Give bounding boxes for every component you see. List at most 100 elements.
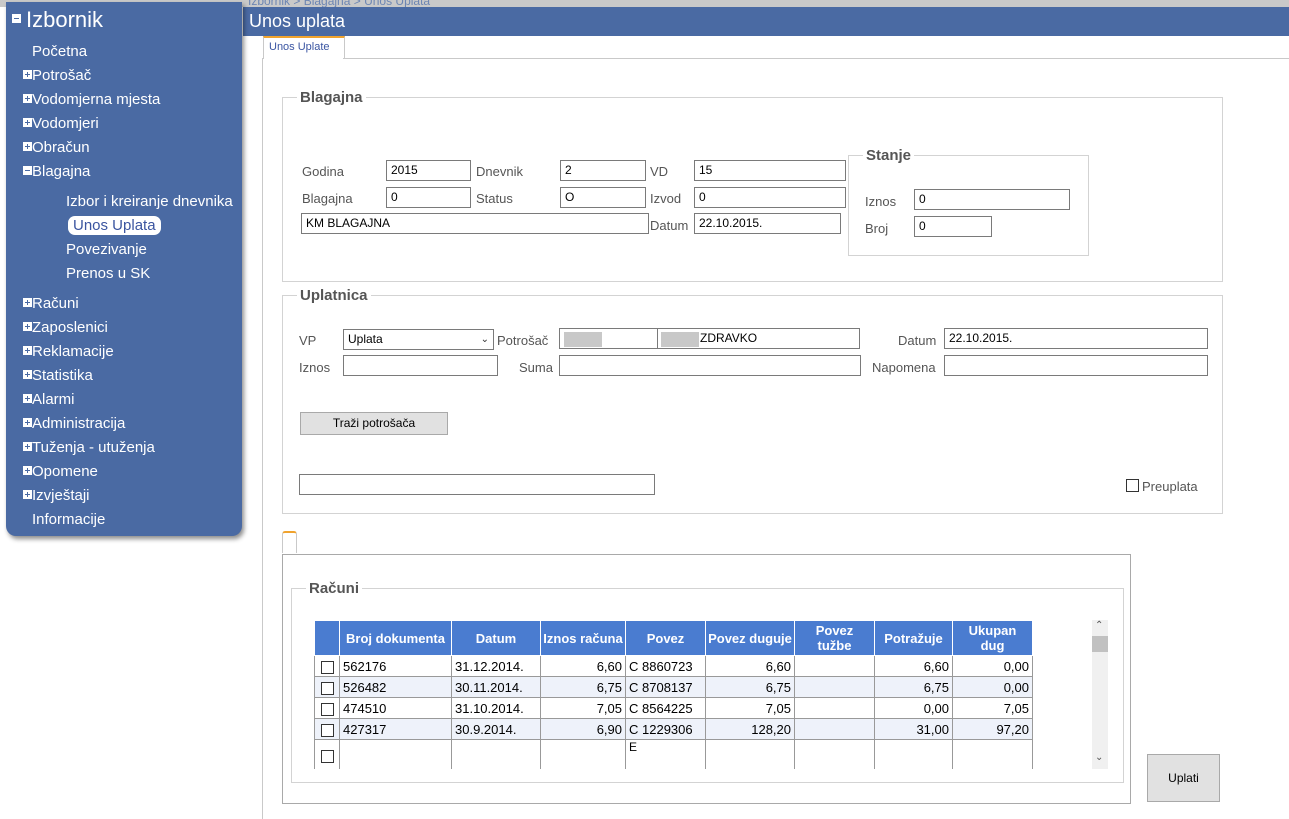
sidebar-item-13[interactable]: Tuženja - utuženja: [23, 439, 155, 456]
collapse-icon[interactable]: [12, 14, 21, 23]
uplati-button[interactable]: Uplati: [1147, 754, 1220, 802]
expand-icon[interactable]: [23, 490, 32, 499]
table-row[interactable]: 562176 31.12.2014. 6,60 C 8860723 6,60 6,60 0,…: [314, 655, 1033, 677]
table-cell: [339, 739, 452, 769]
row-checkbox[interactable]: [320, 702, 334, 716]
sidebar-item-4[interactable]: Vodomjeri: [23, 115, 99, 132]
godina-field[interactable]: 2015: [386, 160, 471, 181]
uplatnica-datum-field[interactable]: 22.10.2015.: [944, 328, 1208, 349]
sidebar-item-15[interactable]: Izvještaji: [23, 487, 90, 504]
expand-icon[interactable]: [23, 418, 32, 427]
table-cell: 6,90: [540, 718, 626, 740]
sidebar-subitem-3[interactable]: Povezivanje: [66, 241, 147, 258]
search-result-field[interactable]: [299, 474, 655, 495]
sidebar-item-5[interactable]: Obračun: [23, 139, 90, 156]
sidebar-subitem-1[interactable]: Izbor i kreiranje dnevnika: [66, 193, 233, 210]
stanje-legend: Stanje: [866, 147, 912, 164]
napomena-field[interactable]: [944, 355, 1208, 376]
chevron-down-icon[interactable]: ⌄: [1095, 752, 1103, 763]
suma-label: Suma: [519, 360, 553, 375]
sidebar-item-16[interactable]: Informacije: [32, 511, 105, 528]
sidebar-item-12[interactable]: Administracija: [23, 415, 126, 432]
table-cell: 6,60: [705, 655, 795, 677]
expand-icon[interactable]: [23, 466, 32, 475]
godina-label: Godina: [302, 164, 344, 179]
expand-icon[interactable]: [23, 94, 32, 103]
sidebar-item-label: Obračun: [32, 139, 90, 156]
column-header[interactable]: Povez duguje: [705, 620, 795, 656]
expand-icon[interactable]: [23, 298, 32, 307]
expand-icon[interactable]: [23, 442, 32, 451]
sidebar-item-10[interactable]: Statistika: [23, 367, 93, 384]
sidebar-item-2[interactable]: Potrošač: [23, 67, 91, 84]
sidebar-item-7[interactable]: Računi: [23, 295, 79, 312]
expand-icon[interactable]: [23, 70, 32, 79]
collapse-icon[interactable]: [23, 166, 32, 175]
izvod-field[interactable]: 0: [694, 187, 846, 208]
blagajna-legend: Blagajna: [300, 89, 363, 106]
sidebar-item-8[interactable]: Zaposlenici: [23, 319, 108, 336]
expand-icon[interactable]: [23, 394, 32, 403]
sidebar-item-9[interactable]: Reklamacije: [23, 343, 114, 360]
sidebar-item-3[interactable]: Vodomjerna mjesta: [23, 91, 160, 108]
vp-select[interactable]: Uplata ⌄: [343, 329, 494, 350]
expand-icon[interactable]: [23, 346, 32, 355]
table-cell: 474510: [339, 697, 452, 719]
blagajna-field[interactable]: 0: [386, 187, 471, 208]
sidebar-subitem-4[interactable]: Prenos u SK: [66, 265, 150, 282]
table-row[interactable]: 427317 30.9.2014. 6,90 C 1229306 128,20 31,00…: [314, 718, 1033, 740]
sidebar-item-14[interactable]: Opomene: [23, 463, 98, 480]
iznos-field[interactable]: [343, 355, 498, 376]
suma-field[interactable]: [559, 355, 861, 376]
row-checkbox[interactable]: [320, 681, 334, 695]
blagajna-datum-field[interactable]: 22.10.2015.: [694, 213, 841, 234]
chevron-up-icon[interactable]: ⌃: [1095, 620, 1103, 631]
row-select-cell: [314, 676, 340, 698]
row-checkbox[interactable]: [320, 723, 334, 737]
potrosac-naziv-field[interactable]: ZDRAVKO: [657, 328, 860, 349]
sidebar-item-1[interactable]: Početna: [32, 43, 87, 60]
sidebar-item-label: Administracija: [32, 415, 126, 432]
vertical-scrollbar[interactable]: ⌃ ⌄: [1092, 620, 1108, 769]
vp-label: VP: [299, 333, 317, 348]
table-row[interactable]: E: [314, 739, 1033, 769]
stanje-iznos-field[interactable]: 0: [914, 189, 1070, 210]
stanje-broj-field[interactable]: 0: [914, 216, 992, 237]
tab-unos-uplate[interactable]: Unos Uplate: [263, 36, 345, 59]
sidebar-subitem-2[interactable]: Unos Uplata: [68, 216, 161, 235]
table-cell: C 8564225: [625, 697, 706, 719]
table-cell: 526482: [339, 676, 452, 698]
sidebar-item-label: Izvještaji: [32, 487, 90, 504]
column-header[interactable]: Broj dokumenta: [339, 620, 452, 656]
blagajna-naziv-field[interactable]: KM BLAGAJNA: [301, 213, 649, 234]
table-row[interactable]: 474510 31.10.2014. 7,05 C 8564225 7,05 0,00 7,…: [314, 697, 1033, 719]
trazi-potrosaca-button[interactable]: Traži potrošača: [300, 412, 448, 435]
sidebar-item-11[interactable]: Alarmi: [23, 391, 75, 408]
dnevnik-field[interactable]: 2: [560, 160, 646, 181]
column-header[interactable]: Potražuje: [874, 620, 953, 656]
potrosac-sifra-field[interactable]: [559, 328, 658, 349]
sidebar-item-label: Blagajna: [32, 163, 91, 180]
row-checkbox[interactable]: [320, 660, 334, 674]
scrollbar-thumb[interactable]: [1092, 636, 1108, 652]
column-header[interactable]: Iznos računa: [540, 620, 626, 656]
expand-icon[interactable]: [23, 370, 32, 379]
tab-empty[interactable]: [282, 531, 297, 553]
status-field[interactable]: O: [560, 187, 646, 208]
table-row[interactable]: 526482 30.11.2014. 6,75 C 8708137 6,75 6,75 0,…: [314, 676, 1033, 698]
expand-icon[interactable]: [23, 322, 32, 331]
column-header[interactable]: Ukupan dug: [952, 620, 1033, 656]
column-header[interactable]: [314, 620, 340, 656]
vd-field[interactable]: 15: [694, 160, 846, 181]
sidebar-item-label: Početna: [32, 43, 88, 60]
expand-icon[interactable]: [23, 142, 32, 151]
preuplata-checkbox[interactable]: [1126, 479, 1139, 492]
row-checkbox[interactable]: [320, 749, 334, 763]
column-header[interactable]: Povez tužbe: [794, 620, 875, 656]
table-cell: [451, 739, 541, 769]
column-header[interactable]: Povez: [625, 620, 706, 656]
column-header[interactable]: Datum: [451, 620, 541, 656]
expand-icon[interactable]: [23, 118, 32, 127]
sidebar-item-6[interactable]: Blagajna: [23, 163, 91, 180]
sidebar-item-label: Informacije: [32, 511, 106, 528]
